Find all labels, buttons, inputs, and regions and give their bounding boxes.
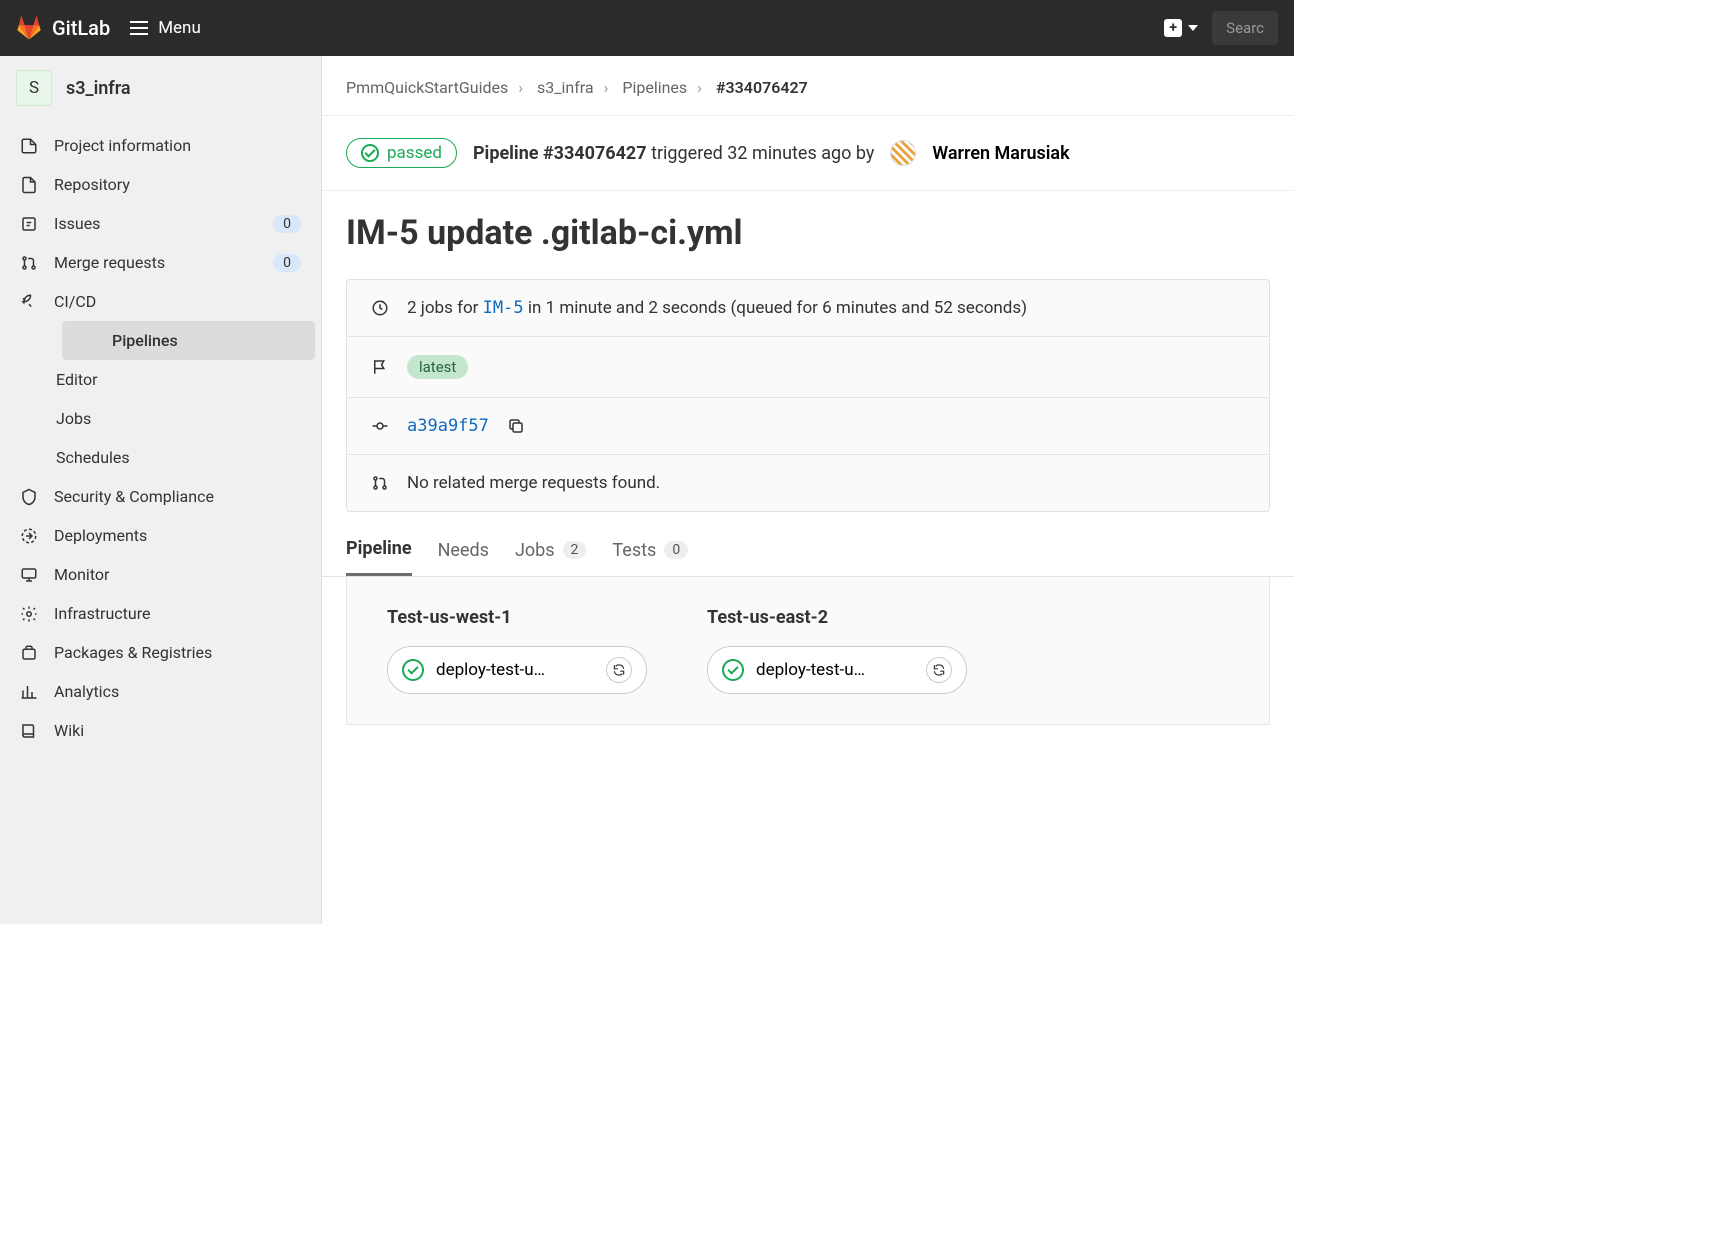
pipeline-id-text: Pipeline #334076427 triggered 32 minutes… bbox=[473, 143, 874, 164]
crumb-pipelines[interactable]: Pipelines bbox=[622, 78, 687, 97]
deploy-icon bbox=[20, 527, 38, 545]
gitlab-icon bbox=[16, 15, 42, 41]
issues-count-badge: 0 bbox=[273, 215, 301, 233]
sidebar-item-merge-requests[interactable]: Merge requests 0 bbox=[0, 243, 321, 282]
sidebar-nav: Project information Repository Issues 0 … bbox=[0, 120, 321, 756]
package-icon bbox=[20, 644, 38, 662]
topbar-right: + Searc bbox=[1164, 11, 1278, 45]
status-badge-passed: passed bbox=[346, 138, 457, 168]
rocket-icon bbox=[20, 293, 38, 311]
mr-row: No related merge requests found. bbox=[347, 455, 1269, 511]
info-icon bbox=[20, 137, 38, 155]
merge-request-icon bbox=[371, 474, 389, 492]
tab-pipeline[interactable]: Pipeline bbox=[346, 538, 412, 576]
check-circle-icon bbox=[361, 144, 379, 162]
chevron-down-icon bbox=[1188, 25, 1198, 31]
sidebar-item-issues[interactable]: Issues 0 bbox=[0, 204, 321, 243]
pipeline-graph: Test-us-west-1 deploy-test-u… Test-us-ea… bbox=[346, 577, 1270, 725]
file-icon bbox=[20, 176, 38, 194]
project-name: s3_infra bbox=[66, 78, 131, 99]
crumb-current: #334076427 bbox=[716, 78, 808, 97]
triggerer-name[interactable]: Warren Marusiak bbox=[932, 143, 1069, 164]
sidebar-item-analytics[interactable]: Analytics bbox=[0, 672, 321, 711]
jobs-summary-row: 2 jobs for IM-5 in 1 minute and 2 second… bbox=[347, 280, 1269, 337]
sidebar-item-project-info[interactable]: Project information bbox=[0, 126, 321, 165]
mr-text: No related merge requests found. bbox=[407, 473, 660, 493]
main-content: PmmQuickStartGuides› s3_infra› Pipelines… bbox=[322, 56, 1294, 924]
flag-icon bbox=[371, 358, 389, 376]
sidebar-item-schedules[interactable]: Schedules bbox=[56, 438, 321, 477]
job-status-icon bbox=[402, 659, 424, 681]
branch-link[interactable]: IM-5 bbox=[483, 298, 524, 318]
clock-icon bbox=[371, 299, 389, 317]
tag-row: latest bbox=[347, 337, 1269, 398]
retry-icon[interactable] bbox=[606, 657, 632, 683]
latest-badge: latest bbox=[407, 355, 468, 379]
sidebar-item-editor[interactable]: Editor bbox=[56, 360, 321, 399]
sidebar-item-monitor[interactable]: Monitor bbox=[0, 555, 321, 594]
breadcrumb: PmmQuickStartGuides› s3_infra› Pipelines… bbox=[322, 78, 1294, 116]
stage-column: Test-us-west-1 deploy-test-u… bbox=[387, 607, 647, 694]
stage-name: Test-us-east-2 bbox=[707, 607, 967, 628]
stage-column: Test-us-east-2 deploy-test-u… bbox=[707, 607, 967, 694]
merge-icon bbox=[20, 254, 38, 272]
page-title: IM-5 update .gitlab-ci.yml bbox=[322, 191, 1294, 279]
job-pill[interactable]: deploy-test-u… bbox=[707, 646, 967, 694]
sidebar-item-repository[interactable]: Repository bbox=[0, 165, 321, 204]
sidebar-item-wiki[interactable]: Wiki bbox=[0, 711, 321, 750]
sidebar-item-cicd[interactable]: CI/CD bbox=[0, 282, 321, 321]
book-icon bbox=[20, 722, 38, 740]
avatar[interactable] bbox=[890, 140, 916, 166]
shield-icon bbox=[20, 488, 38, 506]
copy-icon[interactable] bbox=[507, 417, 525, 435]
issues-icon bbox=[20, 215, 38, 233]
sidebar-item-pipelines[interactable]: Pipelines bbox=[62, 321, 315, 360]
project-header[interactable]: S s3_infra bbox=[0, 56, 321, 120]
new-dropdown[interactable]: + bbox=[1164, 19, 1198, 37]
pipeline-tabs: Pipeline Needs Jobs2 Tests0 bbox=[322, 512, 1294, 577]
job-status-icon bbox=[722, 659, 744, 681]
stage-name: Test-us-west-1 bbox=[387, 607, 647, 628]
sidebar-item-security[interactable]: Security & Compliance bbox=[0, 477, 321, 516]
top-navbar: GitLab Menu + Searc bbox=[0, 0, 1294, 56]
gitlab-logo[interactable]: GitLab bbox=[16, 15, 110, 41]
tab-tests[interactable]: Tests0 bbox=[612, 538, 688, 576]
pipeline-info-well: 2 jobs for IM-5 in 1 minute and 2 second… bbox=[346, 279, 1270, 512]
cicd-submenu: Pipelines Editor Jobs Schedules bbox=[0, 321, 321, 477]
brand-text: GitLab bbox=[52, 16, 110, 40]
search-input[interactable]: Searc bbox=[1212, 11, 1278, 45]
infra-icon bbox=[20, 605, 38, 623]
job-pill[interactable]: deploy-test-u… bbox=[387, 646, 647, 694]
monitor-icon bbox=[20, 566, 38, 584]
sidebar-item-deployments[interactable]: Deployments bbox=[0, 516, 321, 555]
chart-icon bbox=[20, 683, 38, 701]
tab-jobs[interactable]: Jobs2 bbox=[515, 538, 586, 576]
pipeline-status-row: passed Pipeline #334076427 triggered 32 … bbox=[322, 116, 1294, 191]
project-avatar: S bbox=[16, 70, 52, 106]
tab-needs[interactable]: Needs bbox=[438, 538, 489, 576]
plus-icon: + bbox=[1164, 19, 1182, 37]
menu-button[interactable]: Menu bbox=[130, 18, 201, 38]
menu-label: Menu bbox=[158, 18, 201, 38]
crumb-group[interactable]: PmmQuickStartGuides bbox=[346, 78, 508, 97]
sidebar-item-infrastructure[interactable]: Infrastructure bbox=[0, 594, 321, 633]
hamburger-icon bbox=[130, 21, 148, 35]
crumb-project[interactable]: s3_infra bbox=[537, 78, 594, 97]
commit-row: a39a9f57 bbox=[347, 398, 1269, 455]
retry-icon[interactable] bbox=[926, 657, 952, 683]
sidebar: S s3_infra Project information Repositor… bbox=[0, 56, 322, 924]
commit-sha-link[interactable]: a39a9f57 bbox=[407, 416, 489, 436]
mr-count-badge: 0 bbox=[273, 254, 301, 272]
sidebar-item-jobs[interactable]: Jobs bbox=[56, 399, 321, 438]
sidebar-item-packages[interactable]: Packages & Registries bbox=[0, 633, 321, 672]
commit-icon bbox=[371, 417, 389, 435]
